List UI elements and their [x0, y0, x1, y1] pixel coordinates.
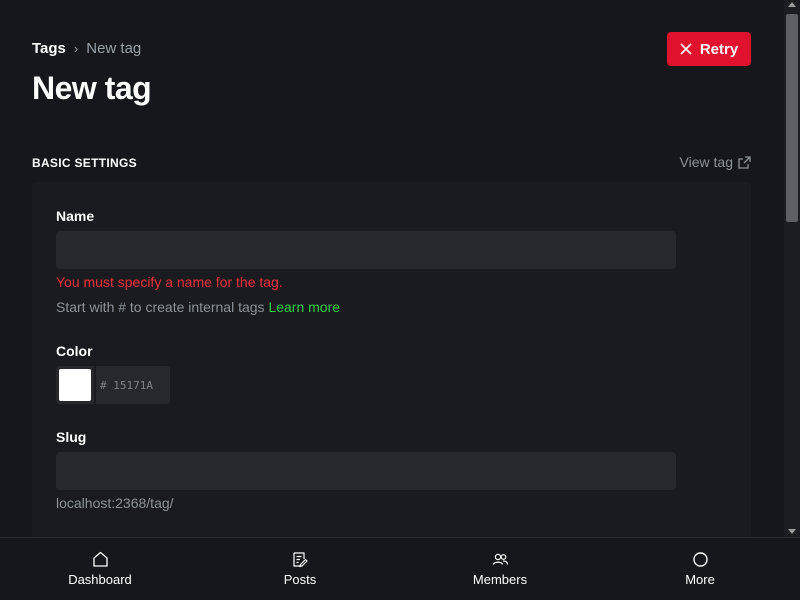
chevron-right-icon: ›	[73, 41, 79, 56]
name-error-message: You must specify a name for the tag.	[56, 274, 283, 290]
nav-dashboard[interactable]: Dashboard	[0, 538, 200, 600]
nav-more-label: More	[685, 572, 715, 587]
breadcrumb-current: New tag	[86, 40, 142, 57]
name-label: Name	[56, 208, 95, 224]
nav-posts-label: Posts	[283, 572, 317, 587]
breadcrumb: Tags › New tag	[32, 40, 141, 57]
name-input[interactable]	[56, 231, 676, 269]
main-content: Tags › New tag New tag Retry BASIC SETTI…	[0, 0, 784, 537]
scroll-up-arrow-icon[interactable]	[788, 2, 796, 7]
color-swatch-button[interactable]	[56, 366, 94, 404]
section-title: BASIC SETTINGS	[32, 156, 137, 170]
color-label: Color	[56, 343, 93, 359]
retry-button[interactable]: Retry	[667, 32, 751, 66]
posts-icon	[292, 552, 308, 568]
name-hint-text: Start with # to create internal tags	[56, 299, 265, 315]
page-title: New tag	[32, 70, 152, 106]
nav-posts[interactable]: Posts	[200, 538, 400, 600]
retry-button-label: Retry	[699, 40, 739, 58]
nav-members[interactable]: Members	[400, 538, 600, 600]
vertical-scrollbar[interactable]	[784, 0, 800, 537]
nav-more[interactable]: More	[600, 538, 800, 600]
scroll-thumb[interactable]	[786, 14, 798, 222]
external-link-icon	[738, 155, 751, 169]
name-hint: Start with # to create internal tags Lea…	[56, 299, 340, 315]
bottom-nav: Dashboard Posts Members More	[0, 537, 800, 600]
breadcrumb-tags-link[interactable]: Tags	[32, 40, 66, 57]
more-icon	[692, 552, 708, 567]
color-swatch	[59, 369, 91, 401]
slug-input[interactable]	[56, 452, 676, 490]
home-icon	[92, 551, 108, 567]
members-icon	[492, 553, 508, 565]
view-tag-link[interactable]: View tag	[680, 154, 751, 170]
slug-label: Slug	[56, 429, 87, 445]
slug-url-preview: localhost:2368/tag/	[56, 495, 174, 511]
learn-more-link[interactable]: Learn more	[268, 299, 340, 315]
nav-members-label: Members	[472, 572, 528, 587]
nav-dashboard-label: Dashboard	[68, 572, 132, 587]
color-hex-input[interactable]: # 15171A	[96, 366, 170, 404]
scroll-down-arrow-icon[interactable]	[788, 529, 796, 534]
close-icon	[680, 43, 692, 55]
view-tag-label: View tag	[679, 154, 733, 170]
color-picker: # 15171A	[56, 366, 170, 404]
